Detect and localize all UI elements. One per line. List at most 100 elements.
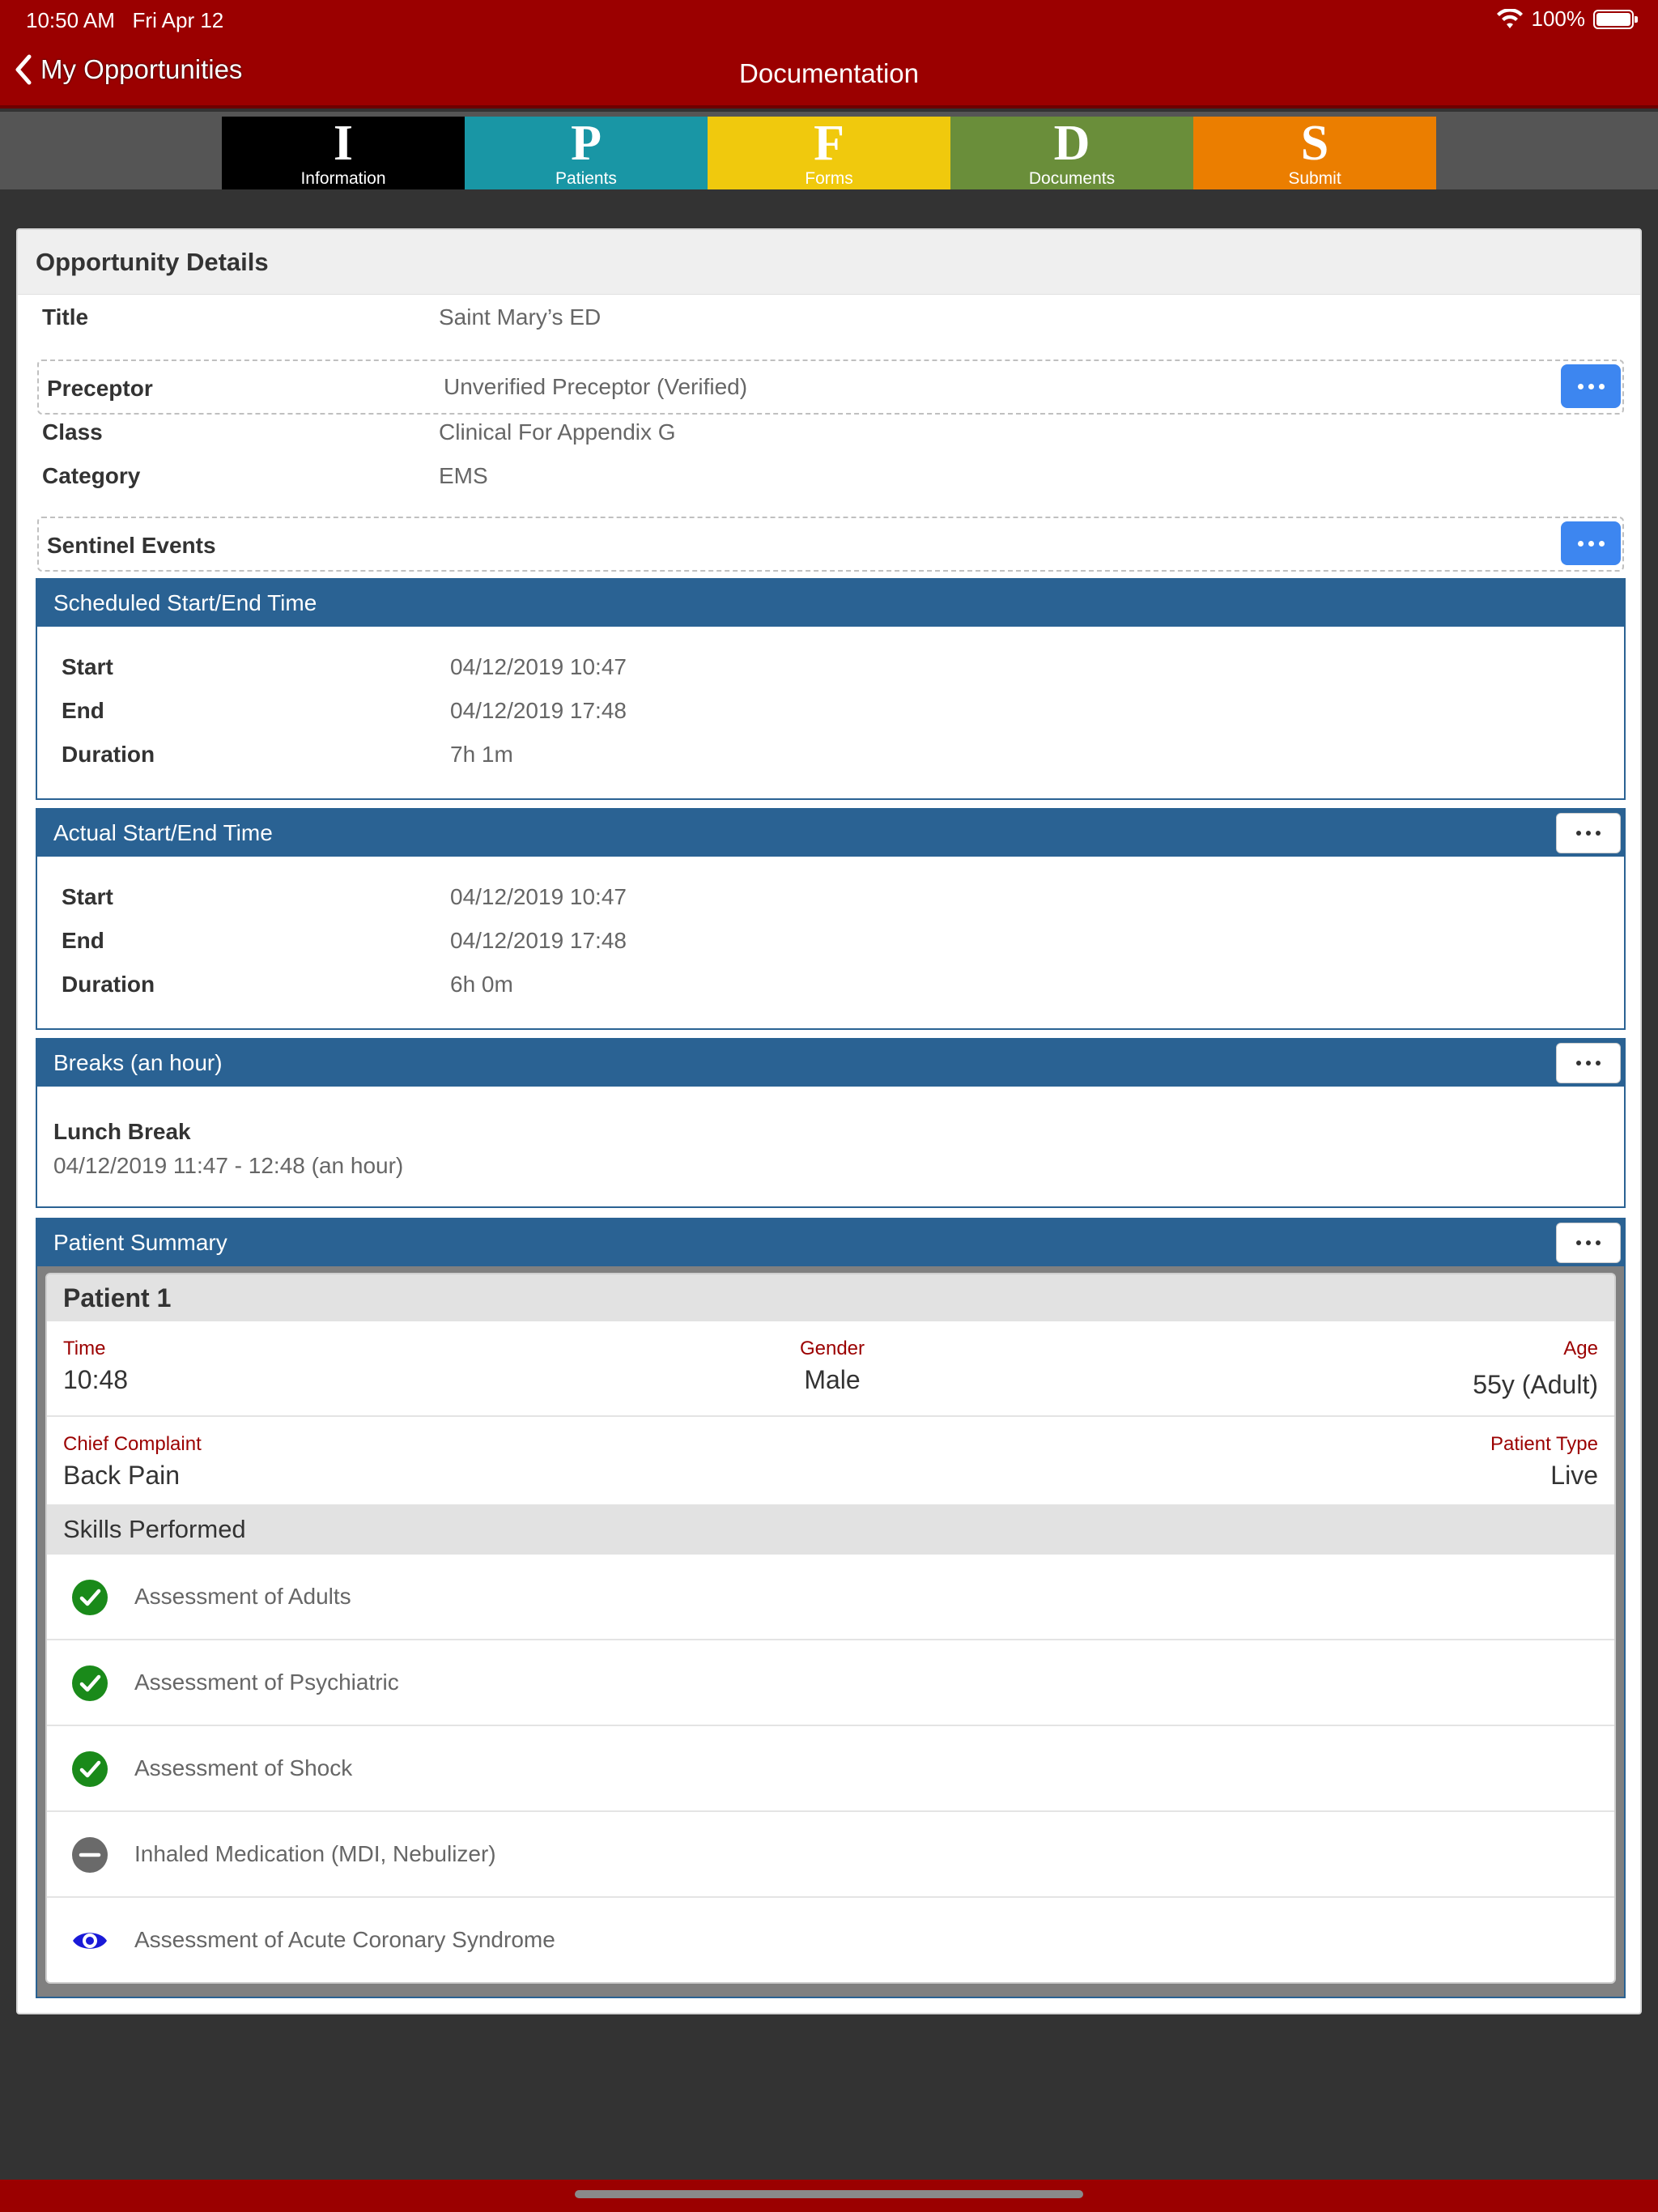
start-value: 04/12/2019 10:47 bbox=[450, 884, 627, 909]
duration-label: Duration bbox=[62, 972, 155, 997]
gender-label: Gender bbox=[799, 1338, 865, 1359]
title-label: Title bbox=[42, 304, 89, 330]
chief-complaint-label: Chief Complaint bbox=[63, 1433, 202, 1455]
patient-summary-more-button[interactable] bbox=[1556, 1223, 1621, 1263]
dot-icon bbox=[1576, 1061, 1581, 1066]
section-title: Scheduled Start/End Time bbox=[53, 590, 317, 615]
section-header: Breaks (an hour) bbox=[37, 1040, 1624, 1087]
section-tab-bar: I Information P Patients F Forms D Docum… bbox=[0, 112, 1658, 189]
skills-performed-header: Skills Performed bbox=[47, 1504, 1614, 1555]
section-header: Scheduled Start/End Time bbox=[37, 580, 1624, 627]
chief-complaint-value: Back Pain bbox=[63, 1461, 181, 1490]
break-title: Lunch Break bbox=[53, 1119, 191, 1144]
eye-icon bbox=[73, 1933, 107, 1949]
dot-icon bbox=[1586, 831, 1591, 836]
section-title: Patient Summary bbox=[53, 1230, 227, 1255]
actual-time-more-button[interactable] bbox=[1556, 813, 1621, 853]
tab-letter: F bbox=[814, 116, 844, 171]
dot-icon bbox=[1576, 1240, 1581, 1245]
age-label: Age bbox=[1563, 1338, 1598, 1359]
skill-label: Assessment of Acute Coronary Syndrome bbox=[134, 1927, 555, 1952]
skill-row[interactable]: Assessment of Shock bbox=[47, 1726, 1614, 1812]
patient-summary-section: Patient Summary Patient 1 Time 10:48 Gen… bbox=[36, 1218, 1626, 1998]
start-label: Start bbox=[62, 654, 113, 679]
preceptor-row: Preceptor Unverified Preceptor (Verified… bbox=[37, 359, 1624, 415]
tab-label: Documents bbox=[1028, 169, 1116, 188]
skill-row[interactable]: Assessment of Acute Coronary Syndrome bbox=[47, 1898, 1614, 1982]
start-value: 04/12/2019 10:47 bbox=[450, 654, 627, 679]
skill-row[interactable]: Inhaled Medication (MDI, Nebulizer) bbox=[47, 1812, 1614, 1898]
skill-row[interactable]: Assessment of Psychiatric bbox=[47, 1640, 1614, 1726]
tab-forms[interactable]: F Forms bbox=[708, 117, 950, 189]
tab-label: Forms bbox=[805, 169, 853, 188]
dot-icon bbox=[1586, 1240, 1591, 1245]
preceptor-label: Preceptor bbox=[47, 376, 153, 401]
skill-label: Assessment of Adults bbox=[134, 1584, 351, 1609]
skill-label: Assessment of Psychiatric bbox=[134, 1670, 399, 1695]
scheduled-time-section: Scheduled Start/End Time Start 04/12/201… bbox=[36, 578, 1626, 800]
breaks-section: Breaks (an hour) Lunch Break 04/12/2019 … bbox=[36, 1038, 1626, 1208]
break-detail: 04/12/2019 11:47 - 12:48 (an hour) bbox=[53, 1153, 404, 1178]
preceptor-more-button[interactable] bbox=[1561, 364, 1621, 408]
patient-type-label: Patient Type bbox=[1490, 1433, 1598, 1455]
time-value: 10:48 bbox=[63, 1365, 129, 1394]
dot-icon bbox=[1577, 540, 1584, 547]
end-label: End bbox=[62, 698, 104, 723]
tab-letter: S bbox=[1300, 116, 1329, 171]
dot-icon bbox=[1588, 540, 1594, 547]
class-value: Clinical For Appendix G bbox=[439, 419, 676, 445]
tab-information[interactable]: I Information bbox=[222, 117, 465, 189]
dot-icon bbox=[1577, 383, 1584, 389]
check-circle-icon bbox=[72, 1665, 108, 1701]
actual-time-section: Actual Start/End Time Start 04/12/2019 1… bbox=[36, 808, 1626, 1030]
home-indicator[interactable] bbox=[575, 2190, 1083, 2198]
skill-row[interactable]: Assessment of Adults bbox=[47, 1555, 1614, 1640]
dot-icon bbox=[1596, 1061, 1601, 1066]
tab-patients[interactable]: P Patients bbox=[465, 117, 708, 189]
tab-documents[interactable]: D Documents bbox=[950, 117, 1193, 189]
category-value: EMS bbox=[439, 463, 488, 488]
skill-label: Assessment of Shock bbox=[134, 1755, 353, 1780]
title-value: Saint Mary’s ED bbox=[439, 304, 602, 330]
class-label: Class bbox=[42, 419, 103, 445]
battery-percent: 100% bbox=[1531, 6, 1586, 31]
dot-icon bbox=[1596, 1240, 1601, 1245]
navigation-bar: 10:50 AM Fri Apr 12 100% My Opportunitie… bbox=[0, 0, 1658, 108]
battery-icon bbox=[1593, 9, 1638, 29]
patient-card[interactable]: Patient 1 Time 10:48 Gender Male Age 55y… bbox=[45, 1273, 1616, 1984]
end-value: 04/12/2019 17:48 bbox=[450, 928, 627, 953]
sentinel-events-more-button[interactable] bbox=[1561, 521, 1621, 565]
end-label: End bbox=[62, 928, 104, 953]
age-value: 55y (Adult) bbox=[1473, 1370, 1598, 1399]
divider bbox=[47, 1415, 1614, 1417]
dot-icon bbox=[1598, 383, 1605, 389]
patient-type-value: Live bbox=[1550, 1461, 1598, 1490]
section-title: Actual Start/End Time bbox=[53, 820, 273, 845]
dot-icon bbox=[1588, 383, 1594, 389]
dot-icon bbox=[1596, 831, 1601, 836]
tab-label: Submit bbox=[1288, 169, 1341, 188]
status-time: 10:50 AM Fri Apr 12 bbox=[26, 8, 223, 33]
tab-label: Patients bbox=[555, 169, 617, 188]
check-circle-icon bbox=[72, 1751, 108, 1787]
section-title: Breaks (an hour) bbox=[53, 1050, 223, 1075]
gender-value: Male bbox=[804, 1365, 861, 1394]
status-date: Fri Apr 12 bbox=[132, 8, 224, 32]
tab-letter: P bbox=[571, 116, 602, 171]
dot-icon bbox=[1586, 1061, 1591, 1066]
duration-value: 7h 1m bbox=[450, 742, 513, 767]
dot-icon bbox=[1598, 540, 1605, 547]
check-circle-icon bbox=[72, 1580, 108, 1615]
card-header: Opportunity Details bbox=[18, 230, 1640, 295]
start-label: Start bbox=[62, 884, 113, 909]
sentinel-events-label: Sentinel Events bbox=[47, 533, 216, 558]
wifi-icon bbox=[1496, 8, 1523, 28]
time-label: Time bbox=[63, 1338, 106, 1359]
category-label: Category bbox=[42, 463, 141, 488]
tab-submit[interactable]: S Submit bbox=[1193, 117, 1436, 189]
minus-circle-icon bbox=[72, 1837, 108, 1873]
duration-value: 6h 0m bbox=[450, 972, 513, 997]
breaks-more-button[interactable] bbox=[1556, 1043, 1621, 1083]
dot-icon bbox=[1576, 831, 1581, 836]
opportunity-details-card: Opportunity Details Title Saint Mary’s E… bbox=[16, 228, 1642, 2014]
